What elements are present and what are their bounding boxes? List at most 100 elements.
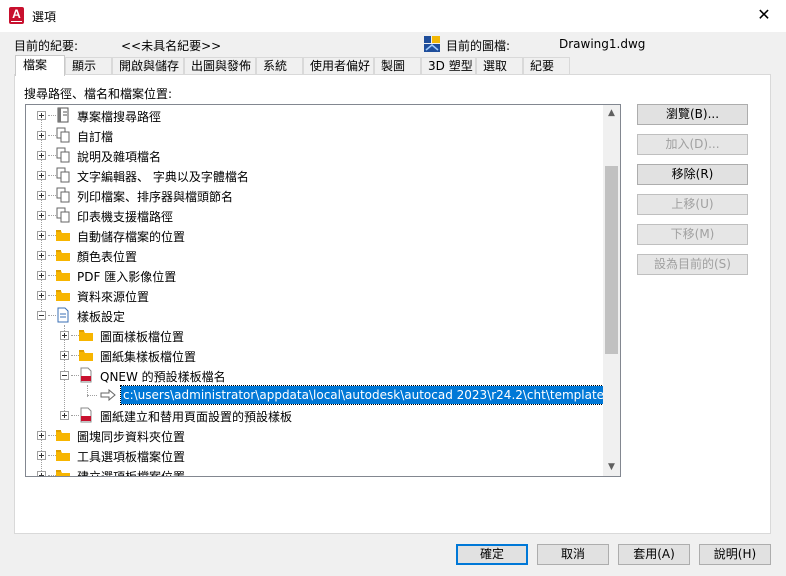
expand-icon[interactable] — [60, 351, 69, 360]
tree-item-label: PDF 匯入影像位置 — [77, 270, 177, 284]
current-profile-value: <<未具名紀要>> — [121, 39, 222, 53]
tree-item[interactable]: 自訂檔 — [26, 125, 604, 145]
tree-item[interactable]: 圖紙建立和替用頁面設置的預設樣板 — [26, 405, 604, 425]
tree-item[interactable]: 說明及雜項檔名 — [26, 145, 604, 165]
tree-item[interactable]: 工具選項板檔案位置 — [26, 445, 604, 465]
remove-button[interactable]: 移除(R) — [637, 164, 748, 185]
template-page-icon — [57, 307, 69, 323]
tab-plot-publish[interactable]: 出圖與發佈 — [184, 57, 256, 75]
tree-item-label: 說明及雜項檔名 — [77, 150, 162, 164]
tree-item-label: 文字編輯器、 字典以及字體檔名 — [77, 170, 249, 184]
expand-icon[interactable] — [37, 291, 46, 300]
scroll-up-icon[interactable]: ▲ — [603, 105, 620, 122]
tree-item-label: 自訂檔 — [77, 130, 114, 144]
dwt-file-icon — [80, 367, 92, 383]
tree-scrollbar[interactable]: ▲ ▼ — [603, 105, 620, 476]
tree-item-label: 印表機支援檔路徑 — [77, 210, 174, 224]
autocad-app-icon: A — [9, 7, 24, 24]
tab-profiles[interactable]: 紀要 — [523, 57, 570, 75]
tree-item-label: 專案檔搜尋路徑 — [77, 110, 162, 124]
book-icon — [57, 107, 69, 123]
window-title: 選項 — [32, 10, 57, 24]
tab-drafting[interactable]: 製圖 — [374, 57, 421, 75]
expand-icon[interactable] — [37, 151, 46, 160]
tree-item-label: 工具選項板檔案位置 — [77, 450, 186, 464]
tree-item[interactable]: 資料來源位置 — [26, 285, 604, 305]
folder-icon — [56, 450, 70, 461]
expand-icon[interactable] — [37, 431, 46, 440]
move-down-button[interactable]: 下移(M) — [637, 224, 748, 245]
tree-item[interactable]: 專案檔搜尋路徑 — [26, 105, 604, 125]
expand-icon[interactable] — [37, 251, 46, 260]
dwt-file-icon — [80, 407, 92, 423]
add-button[interactable]: 加入(D)... — [637, 134, 748, 155]
expand-icon[interactable] — [37, 271, 46, 280]
scroll-down-icon[interactable]: ▼ — [603, 459, 620, 476]
title-bar: A 選項 ✕ — [0, 0, 786, 32]
expand-icon[interactable] — [37, 211, 46, 220]
pages-icon — [56, 207, 70, 223]
expand-icon[interactable] — [60, 331, 69, 340]
tree-item-label: 顏色表位置 — [77, 250, 138, 264]
expand-icon[interactable] — [37, 471, 46, 476]
tree-item[interactable]: 印表機支援檔路徑 — [26, 205, 604, 225]
tree-item[interactable]: PDF 匯入影像位置 — [26, 265, 604, 285]
tree-item-label: 建立選項板檔案位置 — [77, 470, 186, 477]
tab-user-preferences[interactable]: 使用者偏好 — [303, 57, 374, 75]
folder-icon — [56, 470, 70, 476]
tab-selection[interactable]: 選取 — [476, 57, 523, 75]
apply-button[interactable]: 套用(A) — [618, 544, 690, 565]
tab-3d-modeling[interactable]: 3D 塑型 — [421, 57, 476, 75]
tree-item[interactable]: 文字編輯器、 字典以及字體檔名 — [26, 165, 604, 185]
tree-item-label: 列印檔案、排序器與檔頭節名 — [77, 190, 234, 204]
scrollbar-thumb[interactable] — [605, 166, 618, 354]
tree-item-label: 圖塊同步資料夾位置 — [77, 430, 186, 444]
folder-icon — [56, 270, 70, 281]
expand-icon[interactable] — [37, 111, 46, 120]
collapse-icon[interactable] — [37, 311, 46, 320]
close-button[interactable]: ✕ — [742, 0, 786, 32]
browse-button[interactable]: 瀏覽(B)... — [637, 104, 748, 125]
expand-icon[interactable] — [37, 171, 46, 180]
tree-item-label: 圖面樣板檔位置 — [100, 330, 185, 344]
move-up-button[interactable]: 上移(U) — [637, 194, 748, 215]
expand-icon[interactable] — [37, 231, 46, 240]
expand-icon[interactable] — [37, 451, 46, 460]
tree-item[interactable]: 建立選項板檔案位置 — [26, 465, 604, 477]
tree-item-label: 圖紙集樣板檔位置 — [100, 350, 197, 364]
current-drawing-label: 目前的圖檔: — [446, 39, 511, 53]
folder-icon — [56, 290, 70, 301]
current-drawing-value: Drawing1.dwg — [559, 37, 646, 51]
tree-item[interactable]: 圖塊同步資料夾位置 — [26, 425, 604, 445]
tree-item-label: 圖紙建立和替用頁面設置的預設樣板 — [100, 410, 293, 424]
expand-icon[interactable] — [37, 131, 46, 140]
folder-icon — [56, 430, 70, 441]
cancel-button[interactable]: 取消 — [537, 544, 609, 565]
tab-files[interactable]: 檔案 — [15, 55, 65, 76]
tree-item[interactable]: 自動儲存檔案的位置 — [26, 225, 604, 245]
tree-item[interactable]: 樣板設定 — [26, 305, 604, 325]
tree-item[interactable]: 顏色表位置 — [26, 245, 604, 265]
set-current-button[interactable]: 設為目前的(S) — [637, 254, 748, 275]
folder-icon — [79, 330, 93, 341]
tab-display[interactable]: 顯示 — [65, 57, 112, 75]
collapse-icon[interactable] — [60, 371, 69, 380]
folder-icon — [56, 230, 70, 241]
tree-item-selected[interactable]: c:\users\administrator\appdata\local\aut… — [26, 385, 620, 405]
template-path-value[interactable]: c:\users\administrator\appdata\local\aut… — [120, 385, 620, 405]
tab-open-save[interactable]: 開啟與儲存 — [112, 57, 184, 75]
tree-item[interactable]: 圖紙集樣板檔位置 — [26, 345, 604, 365]
file-locations-tree[interactable]: 專案檔搜尋路徑 自訂檔 說明及雜項檔名 文字編輯器、 字典以及字體檔名 列印檔案… — [25, 104, 621, 477]
tree-item-label: 自動儲存檔案的位置 — [77, 230, 186, 244]
expand-icon[interactable] — [60, 411, 69, 420]
tree-item-label: 樣板設定 — [77, 310, 126, 324]
tree-item[interactable]: 圖面樣板檔位置 — [26, 325, 604, 345]
tab-system[interactable]: 系統 — [256, 57, 303, 75]
help-button[interactable]: 說明(H) — [699, 544, 771, 565]
tree-item[interactable]: QNEW 的預設樣板檔名 — [26, 365, 604, 385]
pages-icon — [56, 127, 70, 143]
ok-button[interactable]: 確定 — [456, 544, 528, 565]
tree-item[interactable]: 列印檔案、排序器與檔頭節名 — [26, 185, 604, 205]
expand-icon[interactable] — [37, 191, 46, 200]
tree-item-label: 資料來源位置 — [77, 290, 150, 304]
